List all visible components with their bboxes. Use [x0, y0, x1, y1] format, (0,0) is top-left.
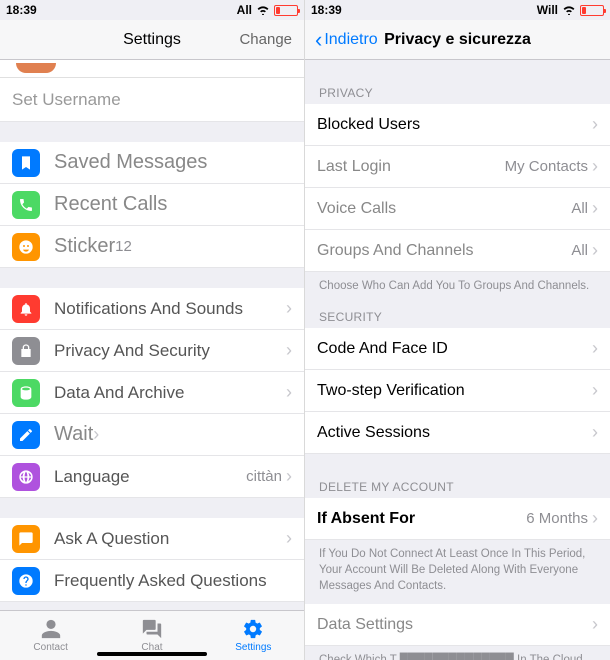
username-label: Set Username — [12, 90, 292, 110]
privacy-content: PRIVACY Blocked Users › Last Login My Co… — [305, 60, 610, 660]
privacy-security-screen: 18:39 Will ‹ Indietro Privacy e sicurezz… — [305, 0, 610, 660]
delete-note: If You Do Not Connect At Least Once In T… — [305, 540, 610, 604]
row-label: Recent Calls — [54, 193, 167, 216]
data-settings-row[interactable]: Data Settings › — [305, 604, 610, 646]
status-carrier: Will — [537, 3, 558, 17]
privacy-section-header: PRIVACY — [305, 80, 610, 104]
gear-icon — [240, 618, 266, 640]
set-username-row[interactable]: Set Username — [0, 78, 304, 122]
bookmark-icon — [12, 149, 40, 177]
battery-icon — [580, 5, 604, 16]
row-label: Privacy And Security — [54, 341, 286, 361]
last-login-row[interactable]: Last Login My Contacts › — [305, 146, 610, 188]
chevron-right-icon: › — [286, 382, 292, 403]
sticker-row[interactable]: Sticker 12 — [0, 226, 304, 268]
change-button[interactable]: Change — [239, 31, 292, 48]
chevron-right-icon: › — [286, 528, 292, 549]
row-label: Notifications And Sounds — [54, 299, 286, 319]
voice-calls-row[interactable]: Voice Calls All › — [305, 188, 610, 230]
tab-settings[interactable]: Settings — [203, 611, 304, 660]
wait-row[interactable]: Wait › — [0, 414, 304, 456]
row-label: Saved Messages — [54, 151, 207, 174]
sticker-icon — [12, 233, 40, 261]
security-section-header: SECURITY — [305, 304, 610, 328]
chevron-right-icon: › — [286, 298, 292, 319]
chevron-right-icon: › — [592, 508, 598, 529]
privacy-security-row[interactable]: Privacy And Security › — [0, 330, 304, 372]
bell-icon — [12, 295, 40, 323]
data-archive-row[interactable]: Data And Archive › — [0, 372, 304, 414]
settings-screen: 18:39 All Settings Change Set Username S… — [0, 0, 305, 660]
nav-bar: ‹ Indietro Privacy e sicurezza — [305, 20, 610, 60]
back-label: Indietro — [324, 31, 377, 49]
wifi-icon — [562, 5, 576, 15]
pencil-icon — [12, 421, 40, 449]
row-label: Frequently Asked Questions — [54, 571, 292, 591]
row-label: Language — [54, 467, 246, 487]
chevron-right-icon: › — [592, 240, 598, 261]
back-button[interactable]: ‹ Indietro — [315, 27, 378, 53]
avatar — [16, 63, 56, 73]
row-label: Ask A Question — [54, 529, 286, 549]
status-bar: 18:39 Will — [305, 0, 610, 20]
delete-section-header: DELETE MY ACCOUNT — [305, 474, 610, 498]
lock-icon — [12, 337, 40, 365]
wifi-icon — [256, 5, 270, 15]
recent-calls-row[interactable]: Recent Calls — [0, 184, 304, 226]
chevron-right-icon: › — [592, 198, 598, 219]
status-carrier: All — [237, 3, 252, 17]
chevron-right-icon: › — [93, 424, 99, 445]
globe-icon — [12, 463, 40, 491]
nav-bar: Settings Change — [0, 20, 304, 60]
question-icon — [12, 567, 40, 595]
page-title: Settings — [123, 31, 181, 49]
two-step-row[interactable]: Two-step Verification › — [305, 370, 610, 412]
faq-row[interactable]: Frequently Asked Questions — [0, 560, 304, 602]
page-title: Privacy e sicurezza — [384, 31, 531, 49]
chevron-right-icon: › — [286, 466, 292, 487]
active-sessions-row[interactable]: Active Sessions › — [305, 412, 610, 454]
privacy-note: Choose Who Can Add You To Groups And Cha… — [305, 272, 610, 304]
chevron-right-icon: › — [592, 614, 598, 635]
notifications-row[interactable]: Notifications And Sounds › — [0, 288, 304, 330]
status-time: 18:39 — [6, 3, 37, 17]
chevron-right-icon: › — [592, 114, 598, 135]
tab-contact[interactable]: Contact — [0, 611, 101, 660]
code-faceid-row[interactable]: Code And Face ID › — [305, 328, 610, 370]
chevron-right-icon: › — [592, 380, 598, 401]
home-indicator — [97, 652, 207, 656]
status-time: 18:39 — [311, 3, 342, 17]
battery-icon — [274, 5, 298, 16]
row-label: Data And Archive — [54, 383, 286, 403]
language-row[interactable]: Language cittàn › — [0, 456, 304, 498]
row-label: Sticker — [54, 235, 115, 258]
person-icon — [38, 618, 64, 640]
saved-messages-row[interactable]: Saved Messages — [0, 142, 304, 184]
phone-icon — [12, 191, 40, 219]
chevron-right-icon: › — [592, 338, 598, 359]
chats-icon — [139, 618, 165, 640]
row-label: Wait — [54, 423, 93, 446]
chevron-right-icon: › — [592, 422, 598, 443]
status-bar: 18:39 All — [0, 0, 304, 20]
database-icon — [12, 379, 40, 407]
chevron-right-icon: › — [286, 340, 292, 361]
data-note: Check Which T ██████████████ In The Clou… — [305, 646, 610, 660]
profile-header[interactable] — [0, 60, 304, 78]
row-value: cittàn — [246, 468, 282, 485]
groups-channels-row[interactable]: Groups And Channels All › — [305, 230, 610, 272]
if-absent-row[interactable]: If Absent For 6 Months › — [305, 498, 610, 540]
chevron-right-icon: › — [592, 156, 598, 177]
chevron-left-icon: ‹ — [315, 27, 322, 53]
blocked-users-row[interactable]: Blocked Users › — [305, 104, 610, 146]
chat-icon — [12, 525, 40, 553]
row-value: 12 — [115, 238, 132, 255]
settings-content: Set Username Saved Messages Recent Calls… — [0, 60, 304, 610]
ask-question-row[interactable]: Ask A Question › — [0, 518, 304, 560]
